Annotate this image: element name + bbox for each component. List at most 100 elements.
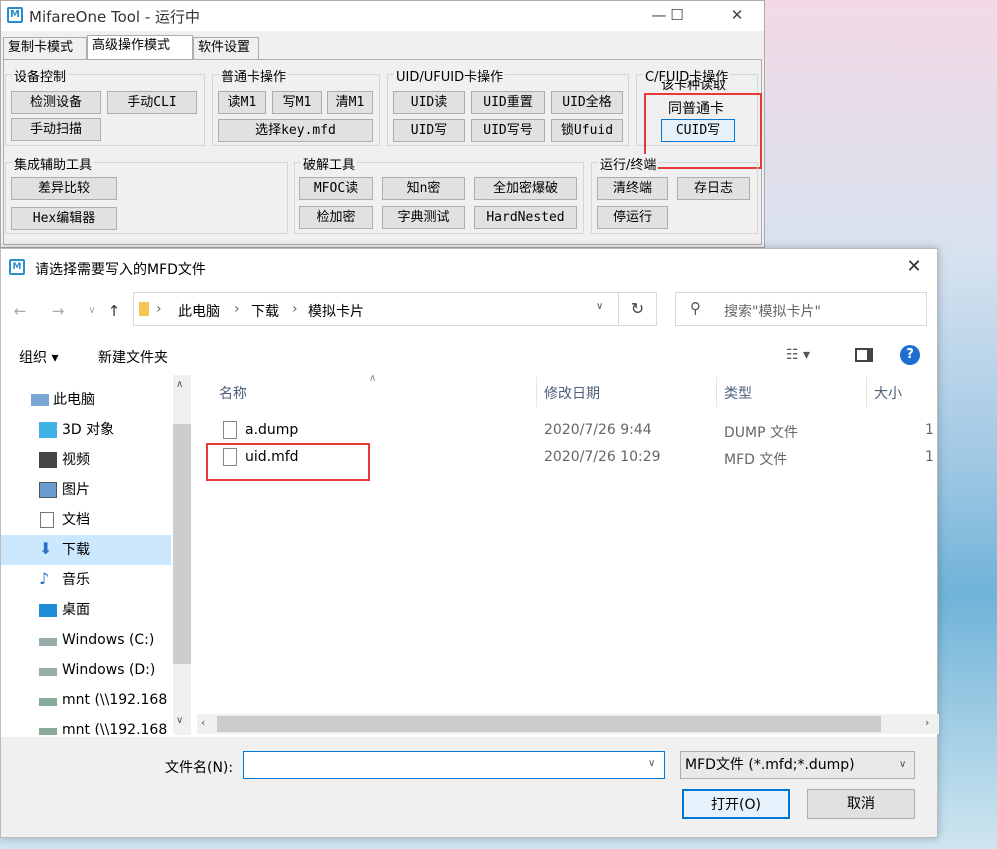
sidebar-item-3d-objects[interactable]: 3D 对象 xyxy=(1,415,171,445)
scroll-right-icon[interactable]: › xyxy=(925,716,929,729)
sidebar-item-videos[interactable]: 视频 xyxy=(1,445,171,475)
save-log-button[interactable]: 存日志 xyxy=(677,177,750,200)
diff-compare-button[interactable]: 差异比较 xyxy=(11,177,117,200)
search-icon: ⚲ xyxy=(690,299,701,317)
dialog-title: 请选择需要写入的MFD文件 xyxy=(35,262,206,278)
close-icon[interactable]: ✕ xyxy=(717,1,757,31)
group-title: UID/UFUID卡操作 xyxy=(394,66,506,85)
address-dropdown-icon[interactable]: ∨ xyxy=(596,301,603,312)
file-type-select[interactable]: MFD文件 (*.mfd;*.dump) ∨ xyxy=(680,751,915,779)
breadcrumb-item[interactable]: 此电脑 xyxy=(178,301,220,321)
file-size: 1 xyxy=(925,449,934,465)
search-input[interactable]: ⚲ 搜索"模拟卡片" xyxy=(675,292,927,326)
highlight-box xyxy=(206,443,370,481)
lock-ufuid-button[interactable]: 锁Ufuid xyxy=(551,119,623,142)
column-separator[interactable] xyxy=(536,377,537,407)
column-separator[interactable] xyxy=(866,377,867,407)
select-key-button[interactable]: 选择key.mfd xyxy=(218,119,373,142)
column-date[interactable]: 修改日期 xyxy=(544,383,600,403)
desktop-icon xyxy=(39,604,57,617)
forward-icon[interactable]: → xyxy=(47,299,69,323)
breadcrumb-item[interactable]: 下载 xyxy=(251,301,279,321)
scroll-left-icon[interactable]: ‹ xyxy=(201,716,205,729)
table-row[interactable]: a.dump 2020/7/26 9:44 DUMP 文件 1 xyxy=(197,421,939,445)
address-bar[interactable]: › 此电脑 › 下载 › 模拟卡片 ∨ xyxy=(133,292,619,326)
read-m1-button[interactable]: 读M1 xyxy=(218,91,266,114)
uid-write-button[interactable]: UID写 xyxy=(393,119,465,142)
dialog-close-icon[interactable]: ✕ xyxy=(891,249,937,285)
filename-input[interactable]: ∨ xyxy=(243,751,665,779)
column-size[interactable]: 大小 xyxy=(874,383,902,403)
write-m1-button[interactable]: 写M1 xyxy=(272,91,322,114)
picture-icon xyxy=(39,482,57,498)
scroll-up-icon[interactable]: ∧ xyxy=(176,379,183,390)
group-title: 破解工具 xyxy=(301,154,358,173)
column-type[interactable]: 类型 xyxy=(724,383,752,403)
maximize-icon[interactable]: ☐ xyxy=(657,1,697,31)
uid-reset-button[interactable]: UID重置 xyxy=(471,91,545,114)
app-window: M MifareOne Tool - 运行中 — ☐ ✕ 复制卡模式 高级操作模… xyxy=(0,0,765,248)
sidebar-item-drive-c[interactable]: Windows (C:) xyxy=(1,625,171,655)
hardnested-button[interactable]: HardNested xyxy=(474,206,577,229)
sidebar-item-pictures[interactable]: 图片 xyxy=(1,475,171,505)
up-icon[interactable]: ↑ xyxy=(103,299,125,323)
uid-read-button[interactable]: UID读 xyxy=(393,91,465,114)
filename-dropdown-icon[interactable]: ∨ xyxy=(648,758,655,769)
sidebar-item-network-drive[interactable]: mnt (\\192.168 xyxy=(1,715,171,735)
sidebar-item-downloads[interactable]: ⬇ 下载 xyxy=(1,535,171,565)
check-encryption-button[interactable]: 检加密 xyxy=(299,206,373,229)
folder-icon xyxy=(139,302,149,316)
mfoc-read-button[interactable]: MFOC读 xyxy=(299,177,373,200)
sidebar-item-label: 此电脑 xyxy=(53,392,95,408)
filelist-scroll-thumb[interactable] xyxy=(217,716,881,732)
network-drive-icon xyxy=(39,728,57,735)
new-folder-button[interactable]: 新建文件夹 xyxy=(98,347,168,367)
computer-icon xyxy=(31,394,49,406)
search-placeholder: 搜索"模拟卡片" xyxy=(724,304,821,320)
column-separator[interactable] xyxy=(716,377,717,407)
cube-icon xyxy=(39,422,57,438)
open-button[interactable]: 打开(O) xyxy=(682,789,790,819)
file-type: MFD 文件 xyxy=(724,452,788,468)
preview-pane-icon[interactable] xyxy=(855,348,873,362)
known-key-button[interactable]: 知n密 xyxy=(382,177,465,200)
cancel-button[interactable]: 取消 xyxy=(807,789,915,819)
clear-terminal-button[interactable]: 清终端 xyxy=(597,177,668,200)
sidebar-item-network-drive[interactable]: mnt (\\192.168 xyxy=(1,685,171,715)
manual-cli-button[interactable]: 手动CLI xyxy=(107,91,197,114)
sidebar-item-desktop[interactable]: 桌面 xyxy=(1,595,171,625)
sidebar-item-this-pc[interactable]: 此电脑 xyxy=(1,385,171,415)
back-icon[interactable]: ← xyxy=(9,299,31,323)
stop-run-button[interactable]: 停运行 xyxy=(597,206,668,229)
uid-format-button[interactable]: UID全格 xyxy=(551,91,623,114)
sidebar-item-drive-d[interactable]: Windows (D:) xyxy=(1,655,171,685)
clear-m1-button[interactable]: 清M1 xyxy=(327,91,373,114)
recent-chevron-icon[interactable]: ∨ xyxy=(81,299,103,323)
organize-menu[interactable]: 组织 ▾ xyxy=(19,347,58,367)
file-name: a.dump xyxy=(245,422,299,438)
file-icon xyxy=(223,421,237,439)
scroll-down-icon[interactable]: ∨ xyxy=(176,715,183,726)
app-title: MifareOne Tool - 运行中 xyxy=(29,8,201,26)
column-name[interactable]: 名称 xyxy=(219,383,247,403)
refresh-icon[interactable]: ↻ xyxy=(619,292,657,326)
breadcrumb-item[interactable]: 模拟卡片 xyxy=(308,301,364,321)
full-crack-button[interactable]: 全加密爆破 xyxy=(474,177,577,200)
sidebar-item-documents[interactable]: 文档 xyxy=(1,505,171,535)
tab-settings[interactable]: 软件设置 xyxy=(193,37,259,59)
view-list-icon[interactable]: ☷ ▾ xyxy=(786,347,810,363)
open-file-dialog: M 请选择需要写入的MFD文件 ✕ ← → ∨ ↑ › 此电脑 › 下载 › 模… xyxy=(0,248,939,838)
sidebar-item-music[interactable]: ♪ 音乐 xyxy=(1,565,171,595)
dictionary-test-button[interactable]: 字典测试 xyxy=(382,206,465,229)
chevron-right-icon: › xyxy=(156,301,162,317)
file-size: 1 xyxy=(925,422,934,438)
detect-device-button[interactable]: 检测设备 xyxy=(11,91,101,114)
help-icon[interactable]: ? xyxy=(900,345,920,365)
file-date: 2020/7/26 9:44 xyxy=(544,422,652,438)
uid-write-number-button[interactable]: UID写号 xyxy=(471,119,545,142)
hex-editor-button[interactable]: Hex编辑器 xyxy=(11,207,117,230)
tab-copy-mode[interactable]: 复制卡模式 xyxy=(3,37,87,59)
sidebar-scroll-thumb[interactable] xyxy=(173,424,191,664)
manual-scan-button[interactable]: 手动扫描 xyxy=(11,118,101,141)
tab-advanced-mode[interactable]: 高级操作模式 xyxy=(87,35,193,59)
